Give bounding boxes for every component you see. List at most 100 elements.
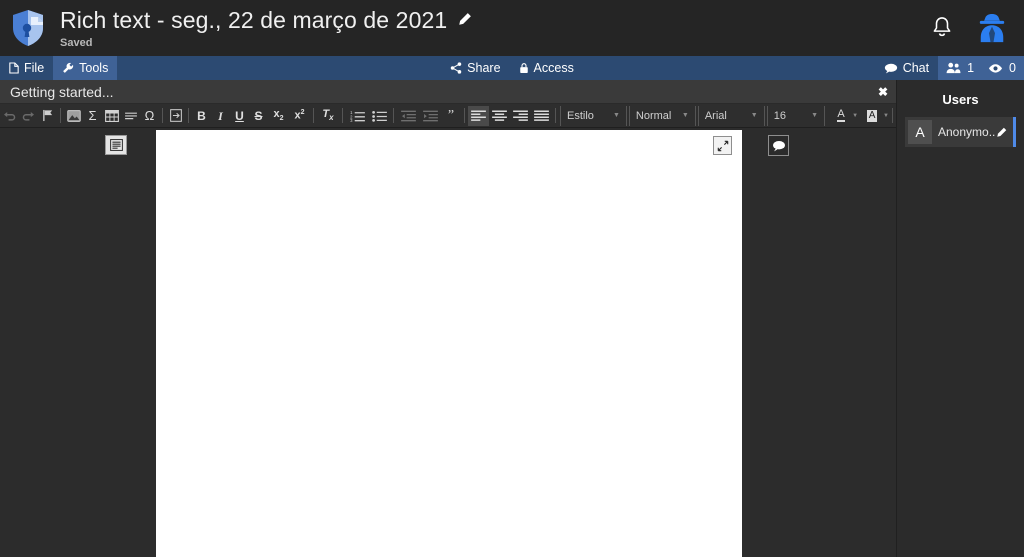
expand-view-button[interactable] <box>713 136 732 155</box>
account-button[interactable] <box>970 6 1014 50</box>
menu-item-share[interactable]: Share <box>441 56 509 80</box>
superscript-icon: x2 <box>294 109 305 122</box>
share-nodes-icon <box>450 62 462 74</box>
notifications-button[interactable] <box>920 6 964 50</box>
avatar: A <box>908 120 932 144</box>
flag-icon <box>42 109 52 122</box>
align-left-button[interactable] <box>468 105 489 126</box>
svg-text:3: 3 <box>350 118 353 122</box>
list-item[interactable]: A Anonymo... <box>905 117 1016 147</box>
align-justify-button[interactable] <box>531 106 552 126</box>
rename-document-button[interactable] <box>457 12 472 27</box>
toolbar-group-history <box>0 104 57 127</box>
remove-format-button[interactable]: Tx <box>317 106 339 126</box>
insert-equation-button[interactable]: Σ <box>83 106 102 126</box>
bold-button[interactable]: B <box>192 106 211 126</box>
lock-icon <box>519 63 528 73</box>
background-color-button[interactable]: A <box>861 106 883 126</box>
outdent-icon <box>400 110 416 121</box>
toolbar-separator <box>188 108 189 123</box>
insert-image-button[interactable] <box>64 106 83 126</box>
subscript-icon: x2 <box>273 107 284 123</box>
editor-toolbar: Σ Ω B I U S x2 x2 Tx 1 2 3 ” Estilo ▼ No… <box>0 104 896 128</box>
indent-icon <box>422 110 438 121</box>
add-comment-button[interactable] <box>768 135 789 156</box>
file-icon <box>9 62 19 74</box>
chevron-down-icon: ▼ <box>852 112 859 119</box>
omega-icon: Ω <box>144 108 155 123</box>
align-left-icon <box>471 110 486 121</box>
bulleted-list-button[interactable] <box>368 106 390 126</box>
toolbar-separator <box>393 108 394 123</box>
align-center-button[interactable] <box>489 106 510 126</box>
topbar-actions <box>920 0 1024 56</box>
eye-icon <box>988 63 1003 73</box>
horizontal-rule-icon <box>124 112 137 119</box>
chevron-down-icon: ▼ <box>612 112 620 119</box>
toolbar-separator <box>342 108 343 123</box>
editor-body <box>0 130 896 557</box>
menu-item-share-label: Share <box>467 61 501 75</box>
insert-table-button[interactable] <box>102 106 121 126</box>
notification-bar: Getting started... ✖ <box>0 80 896 104</box>
menu-item-file-label: File <box>24 61 45 75</box>
align-right-button[interactable] <box>510 106 531 126</box>
underline-icon: U <box>235 108 244 123</box>
text-color-button[interactable]: A <box>830 106 852 126</box>
menu-right-group: Chat 1 0 <box>875 56 1024 80</box>
user-count-indicator[interactable]: 1 0 <box>938 56 1024 80</box>
text-color-icon: A <box>837 108 845 122</box>
blockquote-button[interactable]: ” <box>441 106 461 126</box>
redo-icon <box>22 112 34 121</box>
increase-indent-button[interactable] <box>419 106 441 126</box>
font-family-select[interactable]: Arial ▼ <box>697 105 765 126</box>
subscript-button[interactable]: x2 <box>268 106 289 126</box>
toolbar-separator <box>892 108 893 123</box>
toolbar-group-indent: ” <box>397 104 461 127</box>
chevron-down-icon: ▼ <box>811 112 819 119</box>
font-family-select-value: Arial <box>704 109 727 122</box>
document-title-row: Rich text - seg., 22 de março de 2021 <box>60 7 472 33</box>
outline-toggle-button[interactable] <box>105 135 127 155</box>
chat-bubble-icon <box>884 63 897 73</box>
style-select[interactable]: Estilo ▼ <box>560 105 627 126</box>
page-title: Rich text - seg., 22 de março de 2021 <box>60 6 448 33</box>
background-color-icon: A <box>866 109 878 122</box>
anchor-button[interactable] <box>38 106 57 126</box>
align-center-icon <box>492 110 507 121</box>
undo-button[interactable] <box>0 106 19 126</box>
pencil-icon <box>459 13 472 25</box>
format-select-value: Normal <box>635 109 672 122</box>
quote-icon: ” <box>447 107 455 123</box>
format-select[interactable]: Normal ▼ <box>628 105 696 126</box>
font-size-select[interactable]: 16 ▼ <box>766 105 826 126</box>
menu-item-chat[interactable]: Chat <box>875 56 938 80</box>
document-page[interactable] <box>156 130 742 557</box>
users-panel-title: Users <box>942 92 979 107</box>
italic-button[interactable]: I <box>211 106 230 126</box>
menu-item-tools[interactable]: Tools <box>53 56 118 80</box>
incognito-user-icon <box>979 13 1005 43</box>
strikethrough-icon: S <box>254 108 263 123</box>
horizontal-rule-button[interactable] <box>121 106 140 126</box>
numbered-list-button[interactable]: 1 2 3 <box>346 106 368 126</box>
pencil-icon <box>997 127 1007 137</box>
app-logo[interactable] <box>0 0 56 56</box>
underline-button[interactable]: U <box>230 106 249 126</box>
superscript-button[interactable]: x2 <box>289 106 310 126</box>
chevron-down-icon: ▼ <box>681 112 689 119</box>
notification-close-button[interactable]: ✖ <box>878 86 888 98</box>
edit-user-button[interactable] <box>996 127 1007 138</box>
menu-item-access[interactable]: Access <box>510 56 583 80</box>
numbered-list-icon: 1 2 3 <box>350 110 365 122</box>
menu-item-file[interactable]: File <box>0 56 53 80</box>
save-status: Saved <box>60 36 93 49</box>
redo-button[interactable] <box>19 106 38 126</box>
clear-formatting-icon: Tx <box>322 107 334 123</box>
strikethrough-button[interactable]: S <box>249 106 268 126</box>
toolbar-group-text-style: B I U S x2 x2 <box>192 104 310 127</box>
special-character-button[interactable]: Ω <box>140 106 159 126</box>
decrease-indent-button[interactable] <box>397 106 419 126</box>
align-right-icon <box>513 110 528 121</box>
page-break-button[interactable] <box>166 106 185 126</box>
